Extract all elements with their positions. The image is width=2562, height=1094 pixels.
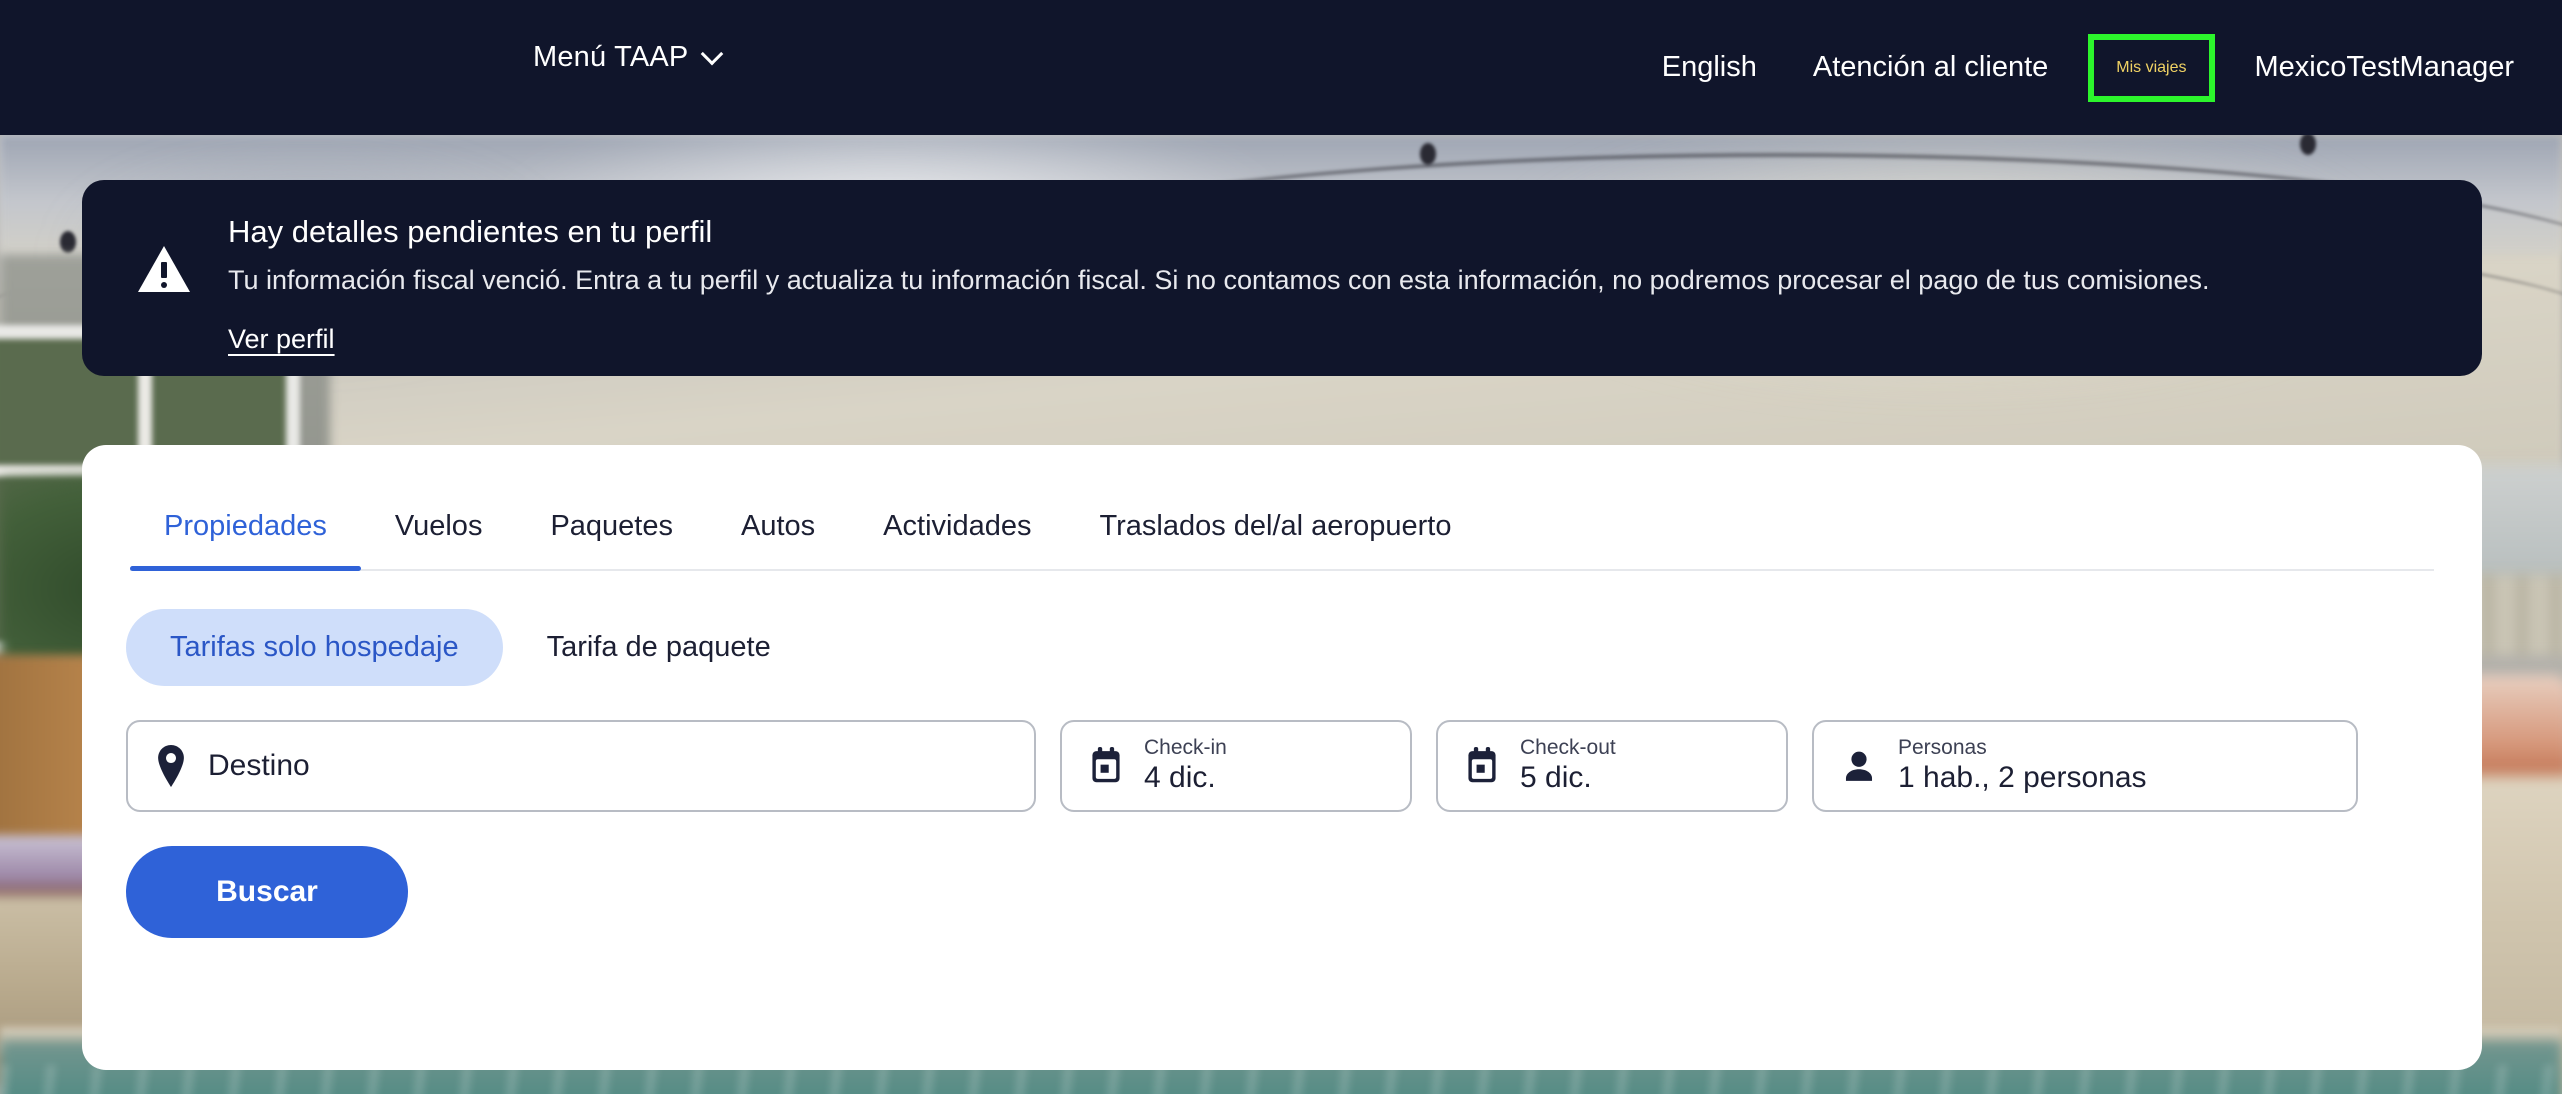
search-tabs: Propiedades Vuelos Paquetes Autos Activi… bbox=[130, 445, 2434, 571]
checkin-label: Check-in bbox=[1144, 735, 1227, 759]
location-pin-icon bbox=[154, 745, 188, 787]
checkout-date-field[interactable]: Check-out 5 dic. bbox=[1436, 720, 1788, 812]
menu-taap-label: Menú TAAP bbox=[533, 41, 689, 73]
destination-placeholder: Destino bbox=[208, 749, 310, 782]
background-light-bulb bbox=[60, 231, 76, 253]
checkout-label: Check-out bbox=[1520, 735, 1616, 759]
pill-lodging-only-rates[interactable]: Tarifas solo hospedaje bbox=[126, 609, 503, 686]
pill-package-rate[interactable]: Tarifa de paquete bbox=[503, 609, 815, 686]
nav-link-customer-support[interactable]: Atención al cliente bbox=[1785, 51, 2076, 84]
chevron-down-icon bbox=[701, 42, 724, 66]
tab-propiedades[interactable]: Propiedades bbox=[130, 510, 361, 571]
tab-autos[interactable]: Autos bbox=[707, 510, 849, 569]
search-fields: Destino Check-in 4 dic. Check-out 5 dic.… bbox=[126, 720, 2482, 812]
travelers-value: 1 hab., 2 personas bbox=[1898, 761, 2147, 795]
nav-link-english[interactable]: English bbox=[1634, 51, 1785, 84]
search-card: Propiedades Vuelos Paquetes Autos Activi… bbox=[82, 445, 2482, 1070]
nav-link-account[interactable]: MexicoTestManager bbox=[2227, 51, 2515, 84]
checkin-value: 4 dic. bbox=[1144, 761, 1216, 795]
search-button[interactable]: Buscar bbox=[126, 846, 408, 938]
tab-actividades[interactable]: Actividades bbox=[849, 510, 1065, 569]
top-navigation-bar: Menú TAAP English Atención al cliente Mi… bbox=[0, 0, 2562, 135]
destination-input[interactable]: Destino bbox=[126, 720, 1036, 812]
background-light-bulb bbox=[1420, 143, 1436, 165]
checkout-value: 5 dic. bbox=[1520, 761, 1592, 795]
tab-vuelos[interactable]: Vuelos bbox=[361, 510, 517, 569]
alert-title: Hay detalles pendientes en tu perfil bbox=[228, 214, 713, 249]
travelers-label: Personas bbox=[1898, 735, 1987, 759]
alert-description: Tu información fiscal venció. Entra a tu… bbox=[228, 265, 2210, 295]
tab-traslados-aeropuerto[interactable]: Traslados del/al aeropuerto bbox=[1065, 510, 1485, 569]
calendar-icon bbox=[1088, 747, 1124, 785]
rate-type-toggle: Tarifas solo hospedaje Tarifa de paquete bbox=[126, 609, 2482, 686]
warning-triangle-icon bbox=[138, 210, 204, 376]
nav-links: English Atención al cliente Mis viajes M… bbox=[1634, 0, 2514, 135]
checkin-date-field[interactable]: Check-in 4 dic. bbox=[1060, 720, 1412, 812]
alert-body: Hay detalles pendientes en tu perfil Tu … bbox=[204, 210, 2209, 376]
view-profile-link[interactable]: Ver perfil bbox=[228, 324, 335, 355]
person-icon bbox=[1840, 747, 1878, 785]
travelers-field[interactable]: Personas 1 hab., 2 personas bbox=[1812, 720, 2358, 812]
profile-pending-alert: Hay detalles pendientes en tu perfil Tu … bbox=[82, 180, 2482, 376]
menu-taap-button[interactable]: Menú TAAP bbox=[533, 41, 724, 74]
tab-paquetes[interactable]: Paquetes bbox=[516, 510, 707, 569]
nav-link-my-trips[interactable]: Mis viajes bbox=[2088, 33, 2215, 102]
calendar-icon bbox=[1464, 747, 1500, 785]
